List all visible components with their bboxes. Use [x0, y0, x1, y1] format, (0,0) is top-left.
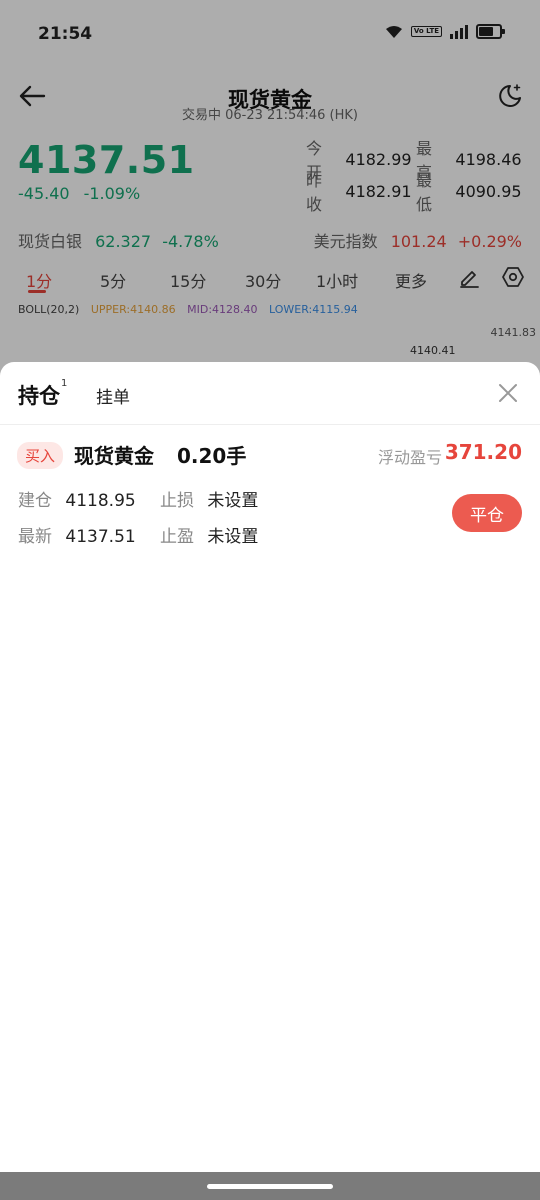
latest-price-value: 4137.51 — [65, 527, 136, 547]
close-position-button[interactable]: 平仓 — [452, 494, 522, 532]
open-price-row: 建仓 4118.95 — [18, 486, 136, 511]
home-indicator[interactable] — [207, 1184, 333, 1189]
tab-positions-label: 持仓 — [18, 384, 60, 408]
position-quantity: 0.20手 — [177, 444, 247, 468]
latest-price-row: 最新 4137.51 — [18, 522, 136, 547]
tab-positions[interactable]: 持仓1 — [18, 378, 68, 410]
latest-price-label: 最新 — [18, 527, 52, 547]
position-symbol: 现货黄金 — [74, 444, 154, 468]
stop-loss-value: 未设置 — [207, 491, 259, 511]
stop-loss-row: 止损 未设置 — [160, 486, 258, 511]
positions-count: 1 — [61, 378, 68, 389]
side-badge: 买入 — [17, 442, 64, 469]
sheet-header: 持仓1 挂单 — [0, 362, 540, 425]
floating-pl-value: 371.20 — [444, 440, 522, 464]
positions-sheet: 持仓1 挂单 买入 现货黄金 0.20手 浮动盈亏 371.20 建仓 4118… — [0, 362, 540, 1172]
system-nav-bar — [0, 1172, 540, 1200]
take-profit-label: 止盈 — [160, 527, 194, 547]
open-price-label: 建仓 — [18, 491, 52, 511]
stop-loss-label: 止损 — [160, 491, 194, 511]
open-price-value: 4118.95 — [65, 491, 136, 511]
close-icon[interactable] — [498, 383, 518, 403]
floating-pl-label: 浮动盈亏 — [377, 448, 442, 467]
tab-pending-orders[interactable]: 挂单 — [96, 383, 130, 408]
take-profit-value: 未设置 — [207, 527, 259, 547]
take-profit-row: 止盈 未设置 — [160, 522, 258, 547]
